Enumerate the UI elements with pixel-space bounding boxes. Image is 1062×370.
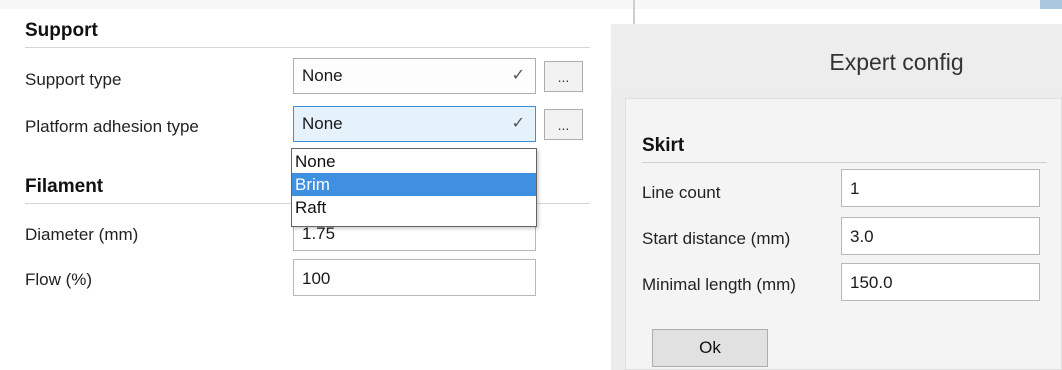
support-type-more-button[interactable]: ...: [544, 61, 583, 92]
support-type-label: Support type: [25, 70, 122, 89]
dropdown-option-raft[interactable]: Raft: [292, 196, 536, 219]
support-section-title: Support: [25, 20, 98, 41]
support-type-select[interactable]: None ✓: [293, 58, 536, 94]
dropdown-option-brim[interactable]: Brim: [292, 173, 536, 196]
vertical-divider: [633, 0, 635, 24]
support-type-value: None: [302, 66, 343, 85]
expert-config-dialog: Expert config Skirt Line count 1 Start d…: [611, 24, 1062, 370]
skirt-section-title: Skirt: [642, 135, 685, 156]
platform-adhesion-more-button[interactable]: ...: [544, 109, 583, 140]
line-count-label: Line count: [642, 183, 721, 202]
top-strip: [0, 0, 1062, 9]
flow-label: Flow (%): [25, 270, 93, 289]
start-distance-input[interactable]: 3.0: [841, 217, 1040, 255]
filament-section-title: Filament: [25, 176, 104, 197]
dropdown-option-none[interactable]: None: [292, 150, 536, 173]
skirt-divider: [642, 162, 1047, 163]
support-section-divider: [25, 47, 590, 48]
diameter-label: Diameter (mm): [25, 225, 139, 244]
chevron-down-icon: ✓: [511, 115, 525, 132]
line-count-input[interactable]: 1: [841, 169, 1040, 207]
platform-adhesion-select[interactable]: None ✓: [293, 106, 536, 142]
platform-adhesion-value: None: [302, 114, 343, 133]
platform-adhesion-label: Platform adhesion type: [25, 117, 199, 136]
platform-adhesion-dropdown: None Brim Raft: [291, 148, 537, 227]
chevron-down-icon: ✓: [511, 67, 525, 84]
minimal-length-label: Minimal length (mm): [642, 275, 796, 294]
window-accent-bar: [1040, 0, 1062, 9]
start-distance-label: Start distance (mm): [642, 229, 791, 248]
dialog-content: Skirt Line count 1 Start distance (mm) 3…: [625, 98, 1062, 370]
minimal-length-input[interactable]: 150.0: [841, 263, 1040, 301]
dialog-title: Expert config: [829, 49, 964, 75]
ok-button[interactable]: Ok: [652, 329, 768, 367]
flow-input[interactable]: 100: [293, 259, 536, 296]
